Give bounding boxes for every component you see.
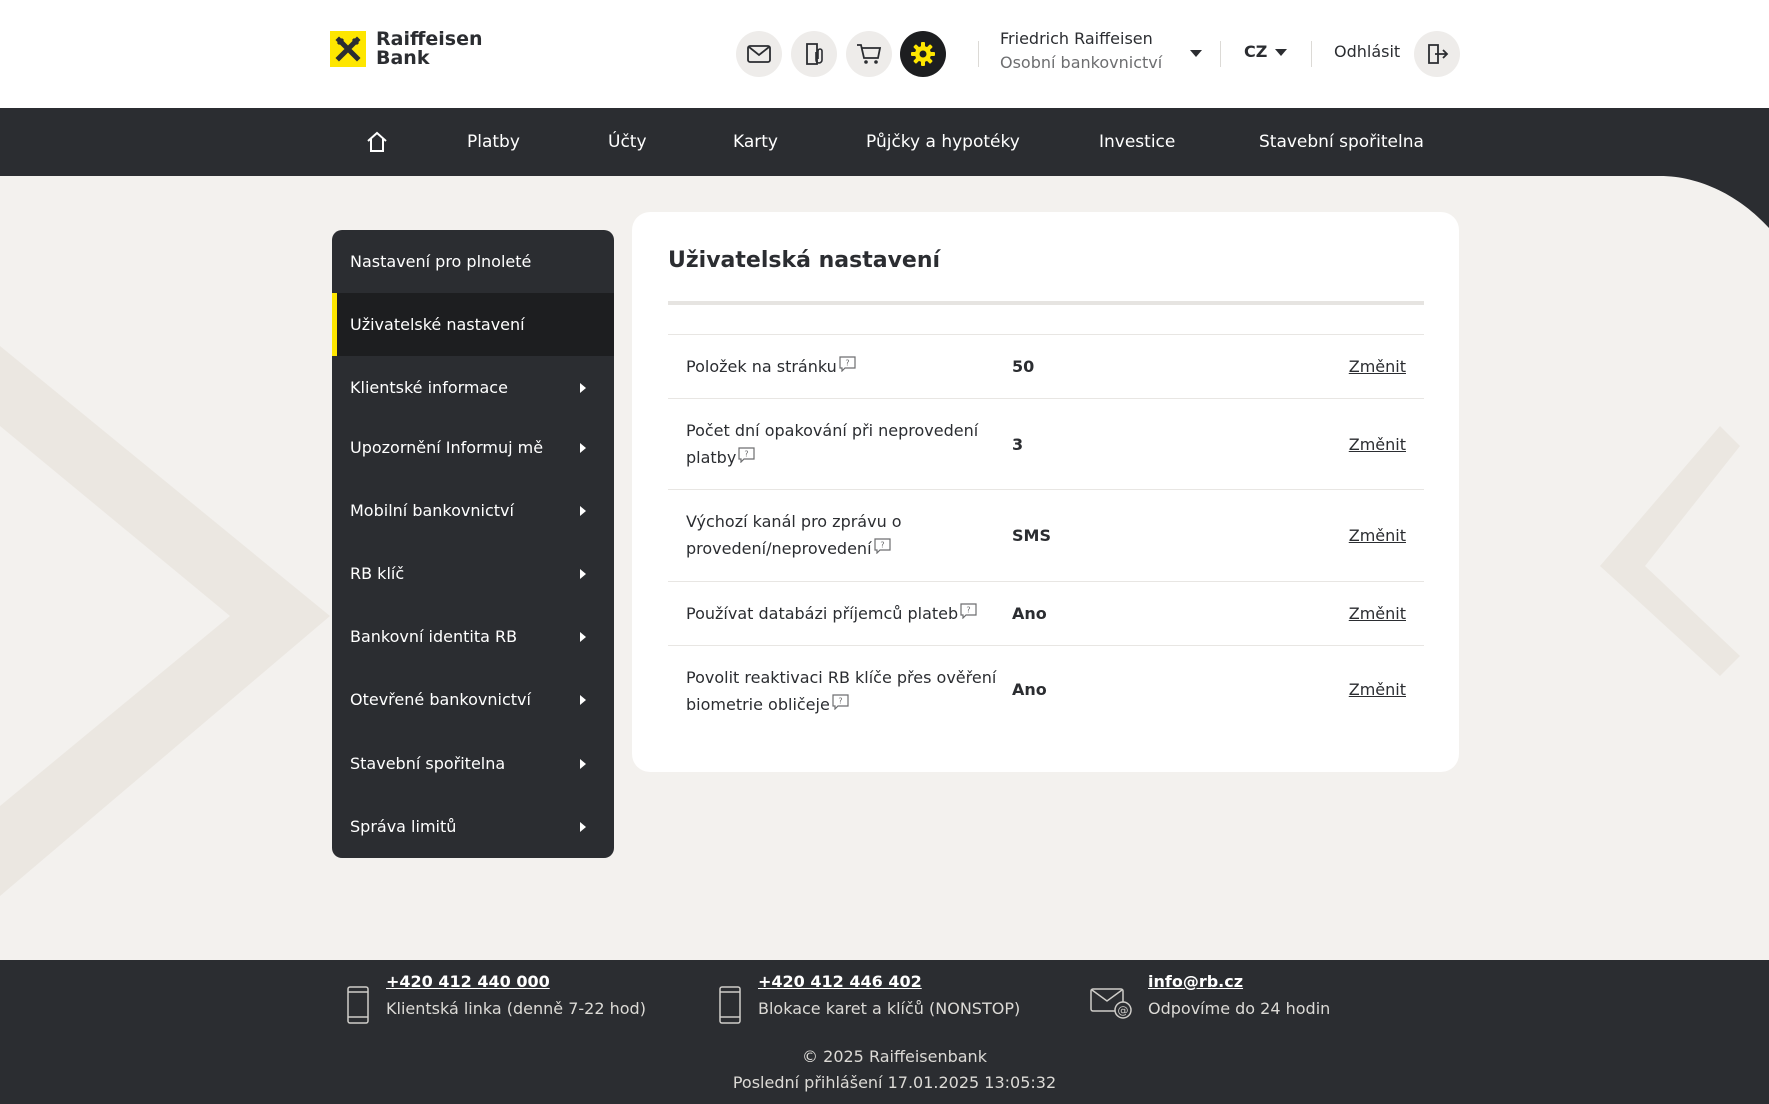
chevron-right-icon — [580, 759, 586, 769]
contact-description: Blokace karet a klíčů (NONSTOP) — [758, 999, 1021, 1018]
main-navigation: Platby Účty Karty Půjčky a hypotéky Inve… — [0, 108, 1769, 176]
messages-button[interactable] — [736, 31, 782, 77]
copyright-text: © 2025 Raiffeisenbank — [802, 1047, 987, 1066]
cart-button[interactable] — [846, 31, 892, 77]
settings-row: Položek na stránku? 50 Změnit — [668, 334, 1424, 398]
svg-text:?: ? — [967, 606, 971, 615]
chevron-right-icon — [580, 383, 586, 393]
mail-at-icon: @ — [1090, 988, 1132, 1019]
chevron-right-icon — [580, 822, 586, 832]
help-icon[interactable]: ? — [873, 538, 891, 554]
sidebar-item-upozorneni[interactable]: Upozornění Informuj mě — [332, 416, 614, 479]
phone-icon — [719, 986, 741, 1024]
change-link[interactable]: Změnit — [1349, 435, 1406, 454]
logout-link[interactable]: Odhlásit — [1334, 42, 1400, 61]
help-icon[interactable]: ? — [960, 603, 977, 619]
contact-description: Klientská linka (denně 7-22 hod) — [386, 999, 646, 1018]
setting-value: 3 — [1012, 435, 1024, 454]
nav-home[interactable] — [365, 108, 389, 176]
logout-button[interactable] — [1414, 31, 1460, 77]
setting-value: Ano — [1012, 680, 1047, 699]
brand-name: Raiffeisen Bank — [376, 28, 483, 69]
language-selector[interactable]: CZ — [1244, 42, 1267, 61]
documents-icon — [806, 43, 823, 65]
sidebar-item-otevrene-bankovnictvi[interactable]: Otevřené bankovnictví — [332, 668, 614, 731]
svg-text:?: ? — [838, 697, 842, 706]
svg-text:?: ? — [745, 450, 749, 459]
header-divider — [978, 41, 979, 67]
help-icon[interactable]: ? — [738, 447, 755, 463]
sidebar-item-nastaveni-pro-plnolete[interactable]: Nastavení pro plnoleté — [332, 230, 614, 293]
setting-value: 50 — [1012, 357, 1035, 376]
user-menu[interactable]: Friedrich Raiffeisen Osobní bankovnictví — [1000, 28, 1162, 74]
settings-row: Používat databázi příjemců plateb? Ano Z… — [668, 581, 1424, 645]
raiffeisen-logo-icon — [330, 31, 366, 67]
setting-label: Položek na stránku? — [686, 353, 996, 380]
svg-text:@: @ — [1118, 1004, 1129, 1017]
settings-row: Povolit reaktivaci RB klíče přes ověření… — [668, 645, 1424, 735]
settings-sidebar: Nastavení pro plnoleté Uživatelské nasta… — [332, 230, 614, 858]
setting-label: Počet dní opakování při neprovedení platb… — [686, 421, 979, 467]
logout-icon — [1428, 44, 1449, 64]
chevron-right-icon — [580, 569, 586, 579]
nav-item-ucty[interactable]: Účty — [608, 108, 647, 176]
chevron-right-icon — [580, 632, 586, 642]
contact-description: Odpovíme do 24 hodin — [1148, 999, 1331, 1018]
svg-text:?: ? — [880, 541, 884, 550]
change-link[interactable]: Změnit — [1349, 680, 1406, 699]
help-icon[interactable]: ? — [839, 356, 856, 372]
change-link[interactable]: Změnit — [1349, 604, 1406, 623]
setting-label: Povolit reaktivaci RB klíče přes ověření… — [686, 668, 997, 714]
svg-text:?: ? — [845, 359, 849, 368]
chevron-right-icon — [580, 506, 586, 516]
header-divider — [1220, 41, 1221, 67]
nav-item-karty[interactable]: Karty — [733, 108, 778, 176]
documents-button[interactable] — [791, 31, 837, 77]
settings-button[interactable] — [900, 31, 946, 77]
user-role: Osobní bankovnictví — [1000, 53, 1163, 72]
last-login-text: Poslední přihlášení 17.01.2025 13:05:32 — [732, 1073, 1057, 1092]
nav-item-investice[interactable]: Investice — [1099, 108, 1175, 176]
settings-icon — [911, 42, 935, 66]
copyright-block: © 2025 Raiffeisenbank Poslední přihlášen… — [0, 1044, 1769, 1096]
help-icon[interactable]: ? — [832, 694, 849, 710]
sidebar-item-klientske-informace[interactable]: Klientské informace — [332, 356, 614, 419]
phone-link[interactable]: +420 412 446 402 — [758, 972, 922, 991]
home-icon — [367, 131, 387, 152]
setting-label: Výchozí kanál pro zprávu o provedení/nepr… — [686, 512, 902, 558]
brand-logo[interactable]: Raiffeisen Bank — [330, 30, 482, 68]
sidebar-item-uzivatelske-nastaveni[interactable]: Uživatelské nastavení — [332, 293, 614, 356]
change-link[interactable]: Změnit — [1349, 526, 1406, 545]
setting-label: Používat databázi příjemců plateb? — [686, 600, 1016, 627]
chevron-right-icon — [580, 695, 586, 705]
sidebar-item-bankovni-identita[interactable]: Bankovní identita RB — [332, 605, 614, 668]
setting-value: SMS — [1012, 526, 1051, 545]
header-divider — [1311, 41, 1312, 67]
change-link[interactable]: Změnit — [1349, 357, 1406, 376]
settings-row: Výchozí kanál pro zprávu o provedení/nepr… — [668, 489, 1424, 581]
nav-item-platby[interactable]: Platby — [467, 108, 520, 176]
email-link[interactable]: info@rb.cz — [1148, 972, 1243, 991]
title-divider — [668, 301, 1424, 305]
language-chevron-down-icon[interactable] — [1275, 49, 1287, 56]
cart-icon — [857, 44, 882, 64]
nav-item-stavebni-sporitelna[interactable]: Stavební spořitelna — [1259, 108, 1424, 176]
page-title: Uživatelská nastavení — [668, 248, 941, 273]
sidebar-item-sprava-limitu[interactable]: Správa limitů — [332, 795, 614, 858]
page-footer: +420 412 440 000 Klientská linka (denně … — [0, 960, 1769, 1104]
settings-card: Uživatelská nastavení Položek na stránku… — [632, 212, 1459, 772]
user-name: Friedrich Raiffeisen — [1000, 29, 1153, 48]
user-menu-chevron-down-icon[interactable] — [1190, 50, 1202, 57]
sidebar-item-stavebni-sporitelna[interactable]: Stavební spořitelna — [332, 732, 614, 795]
nav-item-pujcky-a-hypoteky[interactable]: Půjčky a hypotéky — [866, 108, 1020, 176]
setting-value: Ano — [1012, 604, 1047, 623]
phone-link[interactable]: +420 412 440 000 — [386, 972, 550, 991]
mail-icon — [747, 45, 771, 63]
chevron-right-icon — [580, 443, 586, 453]
settings-row: Počet dní opakování při neprovedení platb… — [668, 398, 1424, 489]
top-header: Raiffeisen Bank Friedrich Raiffeisen Oso… — [0, 0, 1769, 108]
sidebar-item-rb-klic[interactable]: RB klíč — [332, 542, 614, 605]
sidebar-item-mobilni-bankovnictvi[interactable]: Mobilní bankovnictví — [332, 479, 614, 542]
phone-icon — [347, 986, 369, 1024]
